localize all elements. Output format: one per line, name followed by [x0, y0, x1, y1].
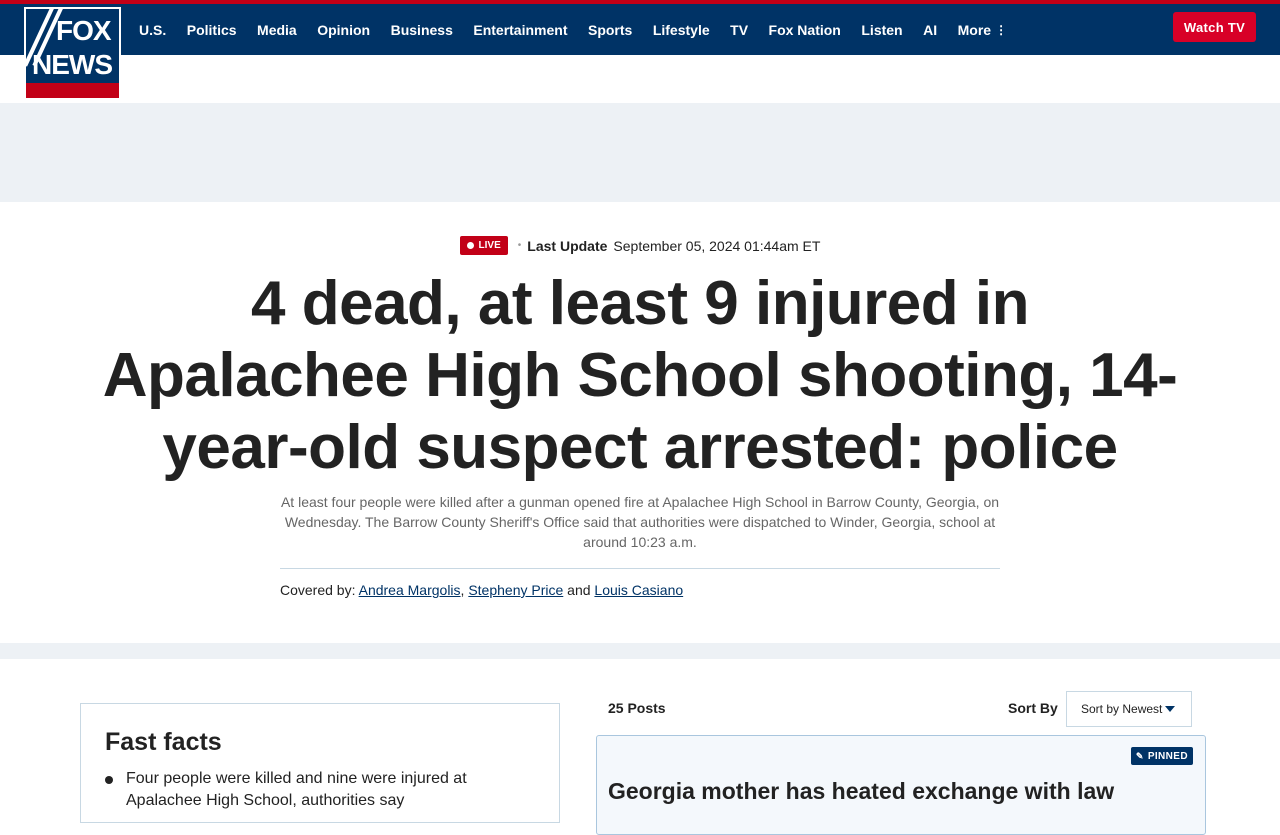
- logo-red-bar: [26, 83, 119, 98]
- nav-item-fox-nation[interactable]: Fox Nation: [769, 22, 841, 38]
- author-link-louis-casiano[interactable]: Louis Casiano: [594, 582, 683, 598]
- pin-icon: ✎: [1135, 750, 1144, 761]
- vertical-dots-icon: ⋮: [995, 22, 1008, 37]
- live-post-card[interactable]: ✎ PINNED Georgia mother has heated excha…: [596, 735, 1206, 835]
- nav-item-sports[interactable]: Sports: [588, 22, 632, 38]
- covered-by-label: Covered by:: [280, 582, 356, 598]
- author-link-andrea-margolis[interactable]: Andrea Margolis: [359, 582, 461, 598]
- fast-facts-item-text: Four people were killed and nine were in…: [126, 770, 467, 809]
- live-badge: LIVE: [459, 236, 508, 255]
- sort-by-label: Sort By: [1008, 700, 1058, 716]
- article-dek: At least four people were killed after a…: [280, 494, 1000, 550]
- article-headline: 4 dead, at least 9 injured in Apalachee …: [102, 269, 1178, 482]
- bullet-icon: [105, 776, 113, 784]
- nav-item-tv[interactable]: TV: [730, 22, 748, 38]
- author-separator: ,: [460, 582, 465, 598]
- fast-facts-box: Fast facts Four people were killed and n…: [80, 703, 560, 823]
- nav-item-business[interactable]: Business: [391, 22, 453, 38]
- nav-more-button[interactable]: More ⋮: [958, 22, 1007, 38]
- logo-blue-panel: FOX NEWS: [26, 9, 119, 83]
- author-link-stepheny-price[interactable]: Stepheny Price: [468, 582, 563, 598]
- divider: [280, 568, 1000, 569]
- sort-select[interactable]: Sort by Newest: [1066, 691, 1192, 727]
- nav-item-listen[interactable]: Listen: [861, 22, 902, 38]
- main-nav: U.S. Politics Media Opinion Business Ent…: [139, 4, 1028, 55]
- post-title[interactable]: Georgia mother has heated exchange with …: [608, 778, 1114, 805]
- logo-text-fox: FOX: [56, 15, 112, 46]
- fox-news-logo[interactable]: FOX NEWS: [24, 7, 121, 100]
- separator-dot-icon: •: [517, 240, 522, 251]
- fast-facts-item: Four people were killed and nine were in…: [105, 768, 535, 812]
- nav-more-label: More: [957, 21, 992, 38]
- last-update-time: September 05, 2024 01:44am ET: [613, 237, 821, 254]
- nav-item-politics[interactable]: Politics: [187, 22, 237, 38]
- nav-item-lifestyle[interactable]: Lifestyle: [653, 22, 710, 38]
- section-divider-band: [0, 643, 1280, 659]
- nav-item-entertainment[interactable]: Entertainment: [473, 22, 567, 38]
- article-meta: LIVE • Last Update September 05, 2024 01…: [0, 236, 1280, 255]
- live-dot-icon: [466, 242, 474, 249]
- pinned-label: PINNED: [1147, 750, 1188, 762]
- watch-tv-button[interactable]: Watch TV: [1173, 12, 1256, 42]
- sort-select-value: Sort by Newest: [1081, 702, 1163, 716]
- nav-item-ai[interactable]: AI: [923, 22, 937, 38]
- caret-down-icon: [1165, 706, 1176, 712]
- last-update-label: Last Update: [527, 237, 608, 254]
- nav-item-us[interactable]: U.S.: [139, 22, 166, 38]
- ad-placeholder: [0, 103, 1280, 202]
- nav-item-opinion[interactable]: Opinion: [317, 22, 370, 38]
- author-and: and: [567, 582, 591, 598]
- pinned-badge: ✎ PINNED: [1130, 747, 1193, 765]
- fast-facts-title: Fast facts: [105, 728, 222, 756]
- posts-count: 25 Posts: [608, 700, 666, 716]
- byline: Covered by: Andrea Margolis, Stepheny Pr…: [280, 582, 683, 598]
- logo-text-news: NEWS: [32, 49, 113, 80]
- live-label: LIVE: [478, 240, 501, 251]
- nav-item-media[interactable]: Media: [257, 22, 297, 38]
